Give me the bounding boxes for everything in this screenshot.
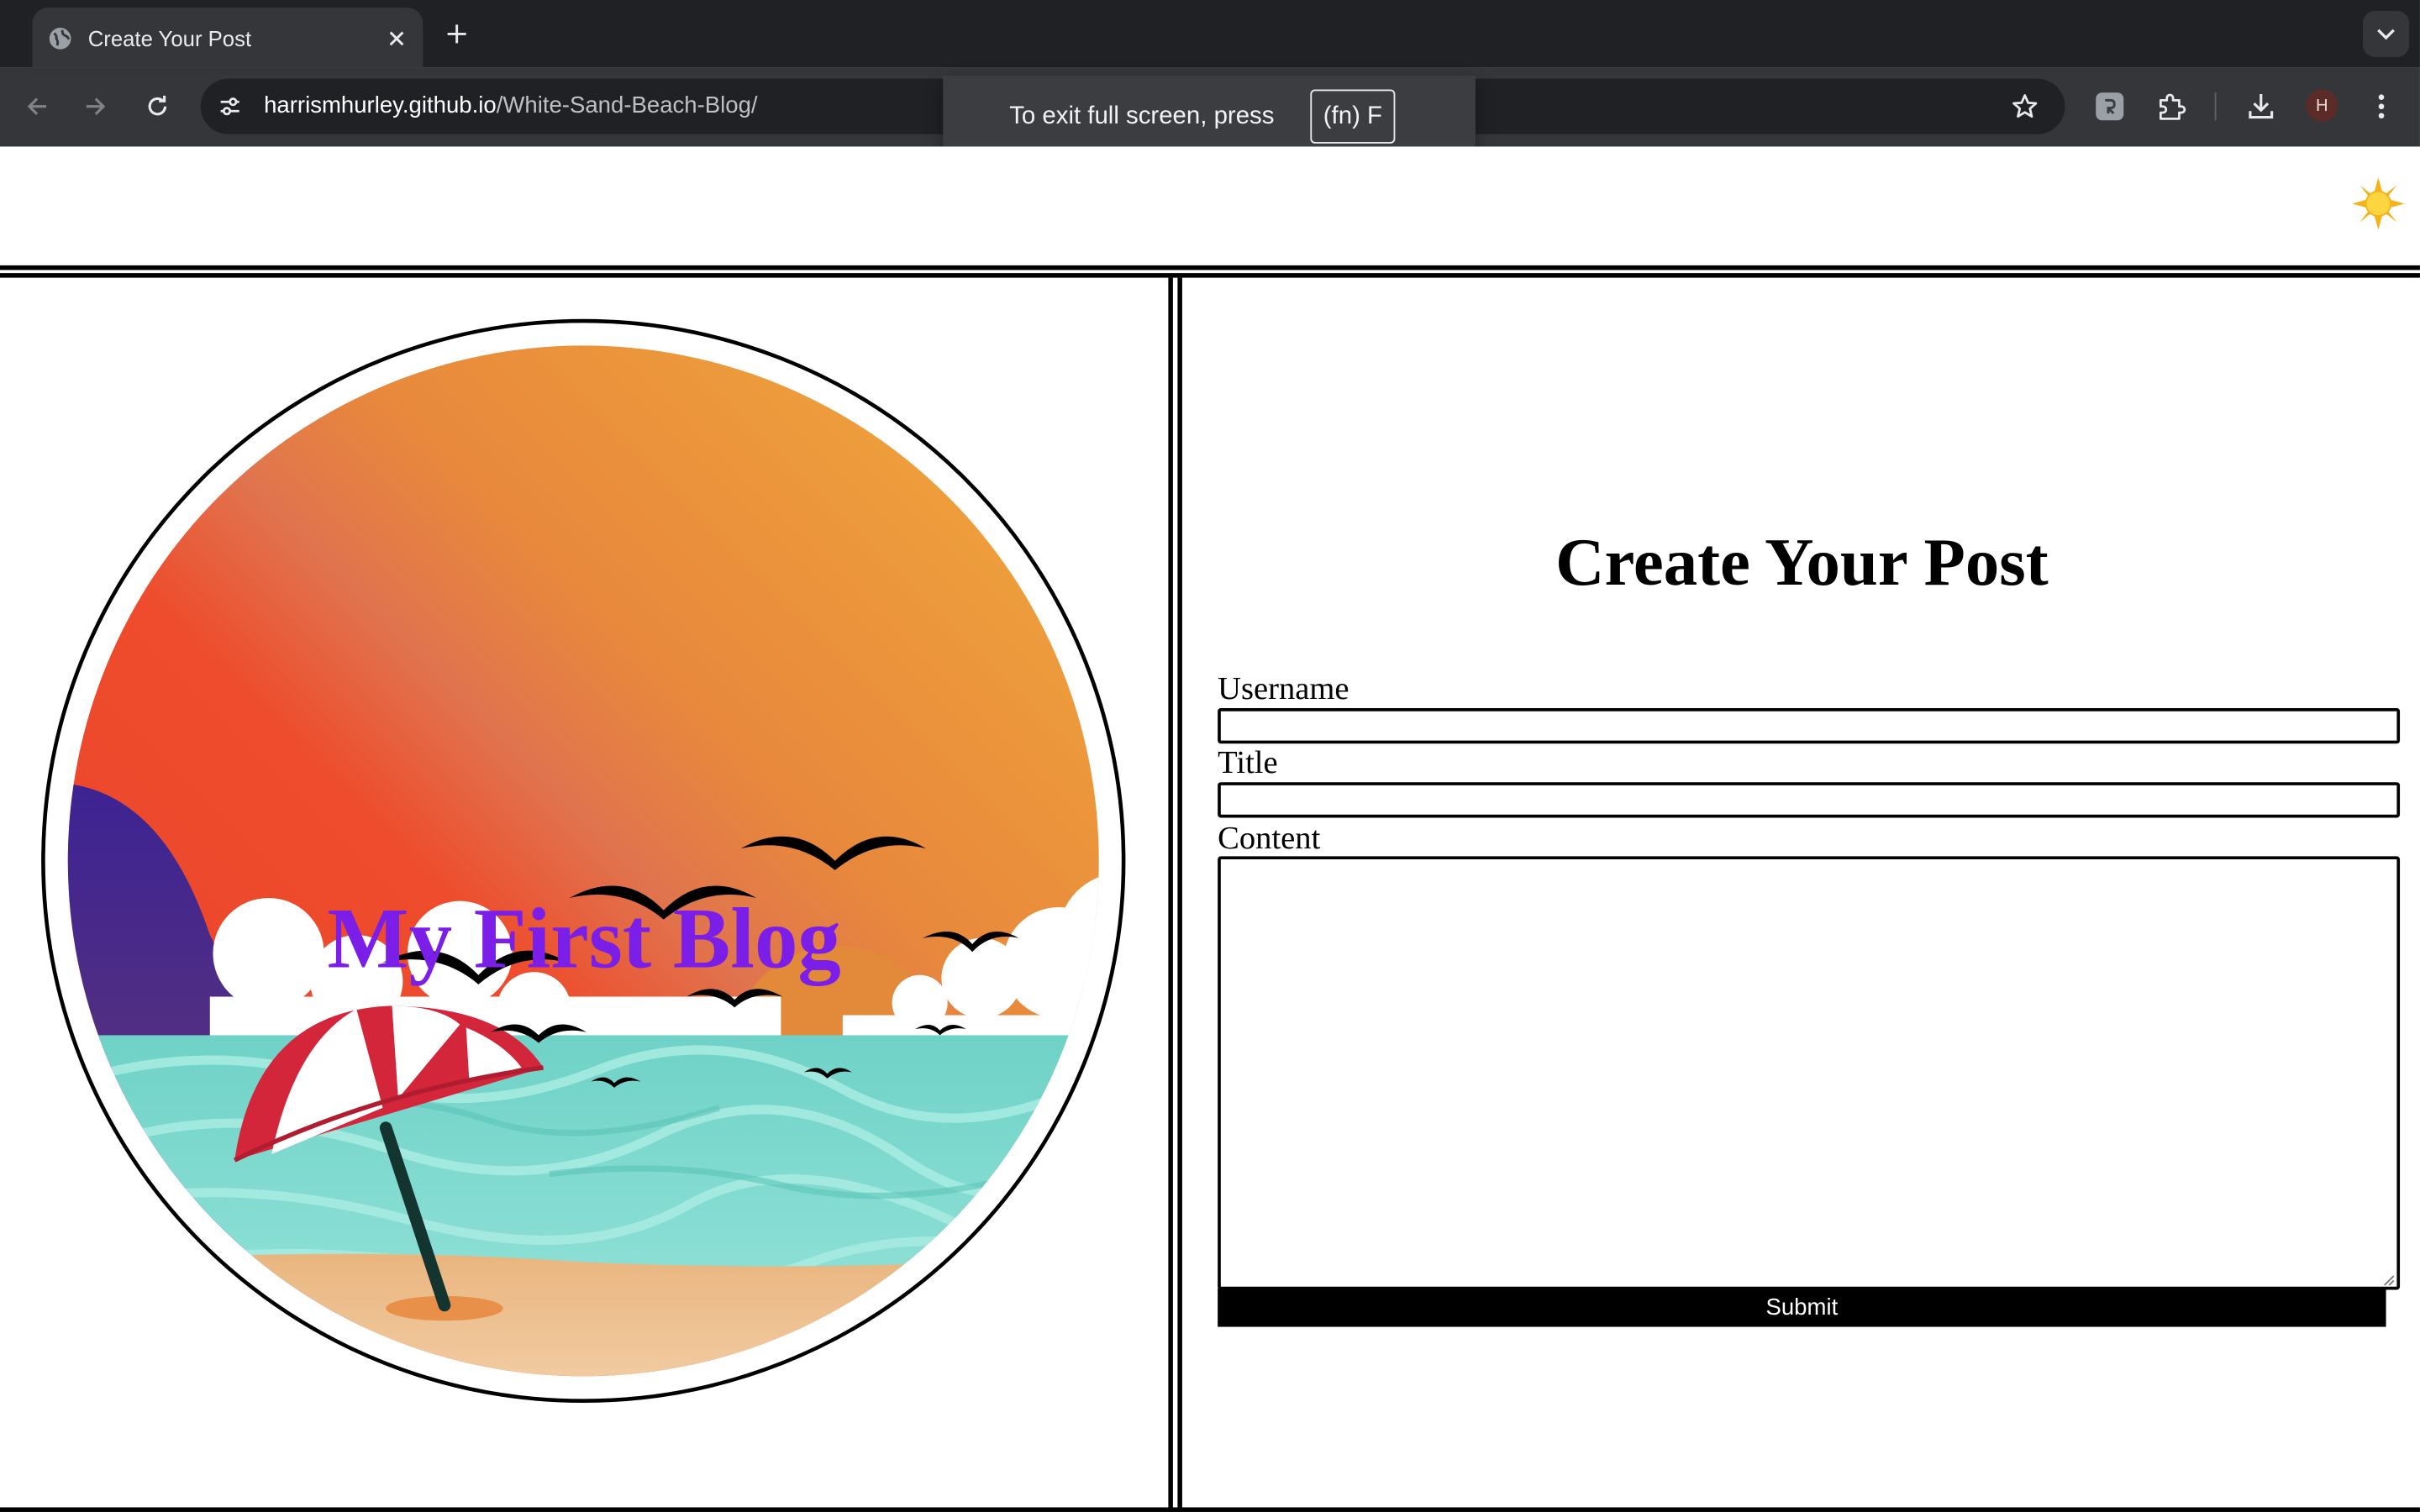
tab-strip: Create Your Post: [0, 0, 2420, 68]
content-label: Content: [1218, 819, 1321, 857]
sun-icon[interactable]: [2349, 175, 2407, 234]
title-label: Title: [1218, 743, 1278, 781]
panel-divider-left: [1168, 277, 1173, 1512]
kebab-menu-icon[interactable]: [2361, 87, 2402, 127]
reload-icon[interactable]: [137, 87, 177, 127]
downloads-icon[interactable]: [2241, 87, 2281, 127]
blog-title: My First Blog: [327, 891, 841, 988]
new-tab-icon[interactable]: [439, 15, 476, 52]
forward-arrow-icon[interactable]: [76, 87, 116, 127]
beach-illustration: [41, 318, 1126, 1404]
footer-divider: [0, 1507, 2420, 1512]
create-post-panel: Create Your Post Username Title Content …: [1184, 278, 2420, 1512]
resize-grip-icon[interactable]: [2380, 1271, 2395, 1286]
tab-create-your-post[interactable]: Create Your Post: [32, 8, 424, 68]
toolbar-divider: [2214, 92, 2217, 121]
hero-panel: My First Blog: [0, 278, 1168, 1512]
fullscreen-key-hint: (fn) F: [1310, 89, 1396, 144]
tab-search-chevron-icon[interactable]: [2362, 10, 2410, 57]
profile-avatar[interactable]: H: [2306, 89, 2338, 123]
panel-divider-right: [1177, 277, 1182, 1512]
fullscreen-message: To exit full screen, press: [1009, 103, 1275, 130]
submit-button[interactable]: Submit: [1218, 1288, 2386, 1327]
browser-window: Create Your Post harrismhurley.github.io…: [0, 0, 2420, 1512]
close-tab-icon[interactable]: [383, 24, 411, 51]
url-host: harrismhurley.github.io: [264, 92, 497, 119]
bookmark-star-icon[interactable]: [2007, 88, 2044, 125]
tab-title: Create Your Post: [87, 25, 252, 50]
globe-icon: [48, 25, 72, 50]
username-input[interactable]: [1218, 708, 2401, 744]
extension-app-icon[interactable]: [2090, 87, 2130, 127]
username-label: Username: [1218, 669, 1349, 707]
extensions-puzzle-icon[interactable]: [2151, 87, 2191, 127]
site-settings-icon[interactable]: [210, 87, 250, 127]
header-divider-top: [0, 265, 2420, 270]
form-heading: Create Your Post: [1555, 524, 2049, 601]
content-textarea[interactable]: [1218, 856, 2401, 1290]
title-input[interactable]: [1218, 782, 2401, 818]
page-header: [0, 146, 2420, 265]
url-text: harrismhurley.github.io/White-Sand-Beach…: [264, 79, 758, 134]
url-path: /White-Sand-Beach-Blog/: [496, 92, 758, 119]
back-arrow-icon[interactable]: [17, 87, 57, 127]
